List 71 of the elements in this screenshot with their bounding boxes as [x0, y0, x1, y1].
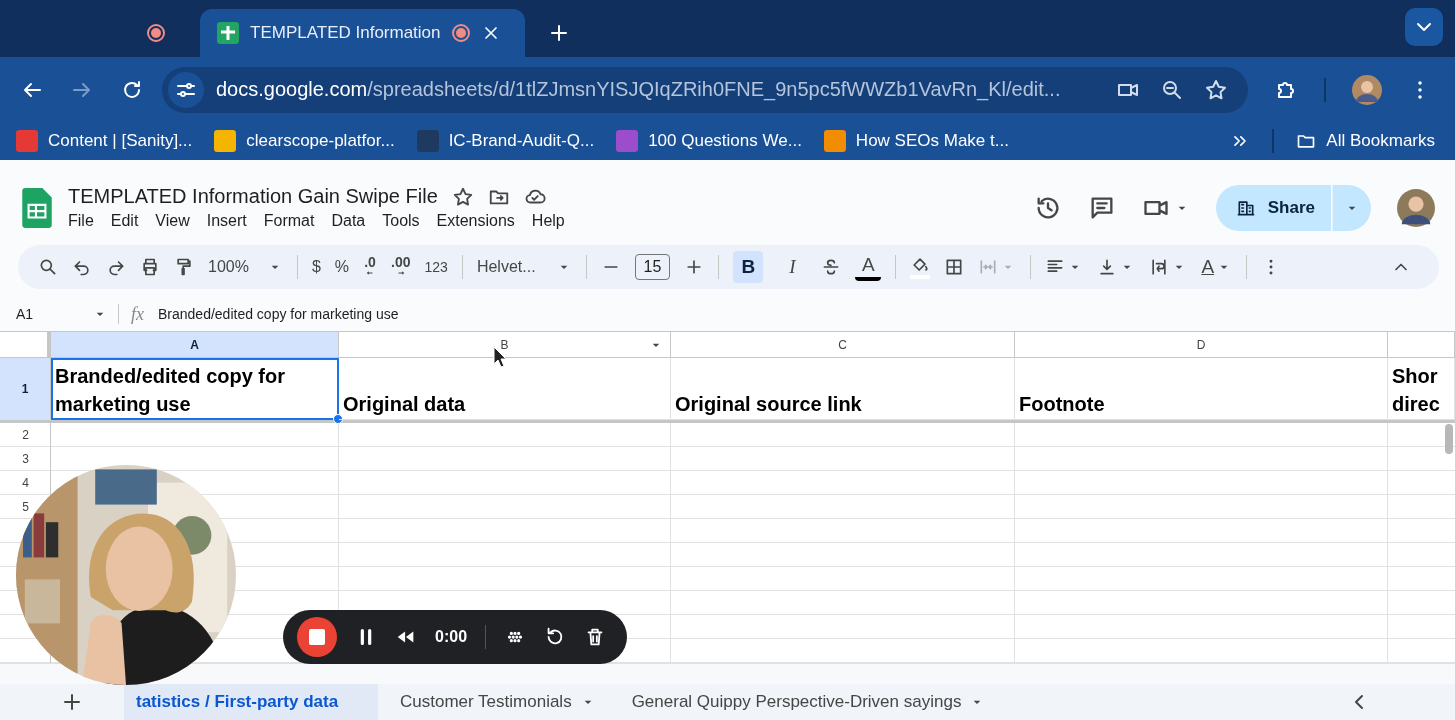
- address-bar[interactable]: docs.google.com/spreadsheets/d/1tlZJmsnYISJQIqZRih0FNE_9n5pc5fWWZb1VavRn_Kl/edit...: [162, 66, 1248, 113]
- scrollbar[interactable]: [1445, 424, 1453, 454]
- borders-icon[interactable]: [944, 257, 965, 277]
- stop-button[interactable]: [297, 617, 337, 657]
- document-title[interactable]: TEMPLATED Information Gain Swipe File: [68, 185, 438, 208]
- text-rotation-button[interactable]: A: [1201, 256, 1233, 278]
- menu-item[interactable]: Help: [531, 212, 565, 230]
- row-header[interactable]: 1: [0, 358, 51, 420]
- paint-format-icon[interactable]: [174, 257, 194, 277]
- menu-item[interactable]: File: [68, 212, 94, 230]
- row-number[interactable]: 2: [22, 428, 29, 442]
- bookmark-label: 100 Questions We...: [648, 131, 802, 151]
- bookmark[interactable]: How SEOs Make t...: [823, 130, 1009, 152]
- font-size-field[interactable]: 15: [634, 254, 671, 280]
- tab-search-button[interactable]: [1405, 8, 1443, 46]
- all-bookmarks-button[interactable]: All Bookmarks: [1296, 131, 1435, 151]
- number-format-button[interactable]: 123: [424, 259, 448, 275]
- menu-item[interactable]: View: [155, 212, 190, 230]
- avatar-icon[interactable]: [1397, 188, 1435, 227]
- row-number[interactable]: 4: [22, 476, 29, 490]
- bookmark[interactable]: Content | [Sanity]...: [16, 130, 193, 152]
- name-box[interactable]: A1: [0, 306, 118, 322]
- bold-button[interactable]: B: [733, 251, 764, 283]
- row-number[interactable]: 5: [22, 500, 29, 514]
- star-icon[interactable]: [1204, 77, 1228, 102]
- sheet-tab[interactable]: General Quippy Perspective-Driven sayings: [609, 683, 1000, 720]
- column-header[interactable]: D: [1015, 332, 1388, 358]
- increase-decimal-button[interactable]: .00: [391, 256, 411, 278]
- site-settings-button[interactable]: [168, 71, 204, 108]
- formula-field[interactable]: Branded/edited copy for marketing use: [158, 306, 399, 322]
- row-number[interactable]: 3: [22, 452, 29, 466]
- function-label: fx: [131, 303, 144, 325]
- text-color-button[interactable]: A: [855, 253, 882, 281]
- sheets-logo-icon[interactable]: [22, 187, 52, 228]
- font-dropdown[interactable]: Helvet...: [476, 258, 572, 276]
- bookmark[interactable]: clearscope-platfor...: [214, 130, 395, 152]
- column-header[interactable]: A: [51, 332, 339, 358]
- url-host: docs.google.com: [216, 78, 368, 100]
- bookmark-label: Content | [Sanity]...: [48, 131, 193, 151]
- decrease-decimal-button[interactable]: .0: [363, 256, 378, 278]
- percent-button[interactable]: %: [334, 258, 350, 276]
- bookmark-label: IC-Brand-Audit-Q...: [448, 131, 595, 151]
- star-icon[interactable]: [451, 185, 474, 208]
- table-cell: Footnote: [1015, 358, 1388, 420]
- print-icon[interactable]: [140, 257, 160, 277]
- currency-button[interactable]: $: [311, 258, 321, 276]
- menu-item[interactable]: Tools: [382, 212, 420, 230]
- share-button[interactable]: Share: [1215, 184, 1331, 231]
- url-path: /spreadsheets/d/1tlZJmsnYISJQIqZRih0FNE_9n5pc5fWWZb1VavRn_Kl/edit...: [367, 78, 1061, 101]
- menu-item[interactable]: Extensions: [436, 212, 515, 230]
- table-cell: Original source link: [671, 358, 1015, 420]
- zoom-dropdown[interactable]: 100%: [208, 258, 283, 276]
- browser-tab[interactable]: TEMPLATED Information: [200, 9, 525, 57]
- menu-item[interactable]: Edit: [110, 212, 139, 230]
- table-cell: Shor direc: [1388, 358, 1455, 420]
- recording-time: 0:00: [435, 628, 468, 646]
- avatar-icon[interactable]: [1352, 74, 1382, 105]
- sheets-favicon-icon: [216, 21, 240, 45]
- bookmark-label: clearscope-platfor...: [246, 131, 395, 151]
- italic-button[interactable]: I: [777, 251, 808, 283]
- sheet-tab[interactable]: Customer Testimonials: [378, 683, 610, 720]
- menu-item[interactable]: Insert: [206, 212, 247, 230]
- bookmark[interactable]: 100 Questions We...: [616, 130, 802, 152]
- bookmark-label: How SEOs Make t...: [855, 131, 1009, 151]
- sheet-tab[interactable]: tatistics / First-party data: [124, 683, 378, 720]
- menu-item[interactable]: Format: [263, 212, 315, 230]
- search-icon[interactable]: [38, 257, 58, 277]
- tab-title: TEMPLATED Information: [250, 23, 441, 43]
- column-header[interactable]: C: [671, 332, 1015, 358]
- menu-item[interactable]: Data: [331, 212, 366, 230]
- bookmark[interactable]: IC-Brand-Audit-Q...: [416, 130, 595, 152]
